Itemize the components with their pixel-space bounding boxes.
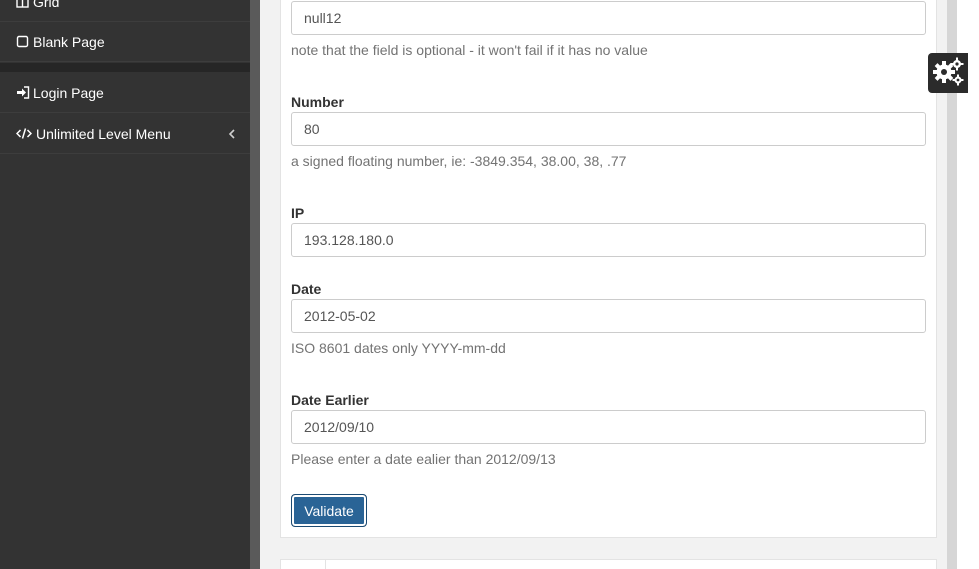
panel-divider (325, 560, 326, 569)
optional-field-input[interactable]: null12 (291, 1, 926, 35)
date-help: ISO 8601 dates only YYYY-mm-dd (291, 340, 506, 356)
sidebar-item-label: Unlimited Level Menu (36, 125, 171, 142)
ip-input[interactable]: 193.128.180.0 (291, 223, 926, 257)
settings-toggle-button[interactable] (928, 53, 968, 93)
sidebar-item-blank-page[interactable]: Blank Page (0, 22, 250, 62)
sidebar-item-label: Grid (33, 0, 60, 10)
sidebar-divider (0, 63, 250, 72)
next-panel (280, 559, 937, 569)
sign-in-icon (16, 86, 30, 99)
number-input[interactable]: 80 (291, 112, 926, 146)
gears-icon (932, 56, 964, 91)
square-icon (16, 35, 29, 48)
sidebar-item-login-page[interactable]: Login Page (0, 73, 250, 113)
number-help: a signed floating number, ie: -3849.354,… (291, 153, 627, 169)
content-gutter-left (250, 0, 260, 569)
sidebar: Grid Blank Page Login Page Unlimited Lev… (0, 0, 250, 569)
validate-button[interactable]: Validate (291, 494, 367, 527)
grid-icon (16, 0, 29, 8)
code-icon (15, 127, 33, 140)
sidebar-item-grid[interactable]: Grid (0, 0, 250, 22)
main-content: null12 note that the field is optional -… (260, 0, 947, 569)
date-input[interactable]: 2012-05-02 (291, 299, 926, 333)
date-label: Date (291, 281, 322, 297)
sidebar-item-unlimited-level-menu[interactable]: Unlimited Level Menu (0, 114, 250, 154)
sidebar-item-label: Login Page (33, 84, 104, 101)
number-label: Number (291, 94, 344, 110)
chevron-left-icon (228, 127, 236, 143)
ip-label: IP (291, 205, 305, 221)
optional-field-help: note that the field is optional - it won… (291, 42, 648, 58)
date-earlier-input[interactable]: 2012/09/10 (291, 410, 926, 444)
date-earlier-label: Date Earlier (291, 392, 369, 408)
date-earlier-help: Please enter a date ealier than 2012/09/… (291, 451, 556, 467)
sidebar-item-label: Blank Page (33, 33, 105, 50)
